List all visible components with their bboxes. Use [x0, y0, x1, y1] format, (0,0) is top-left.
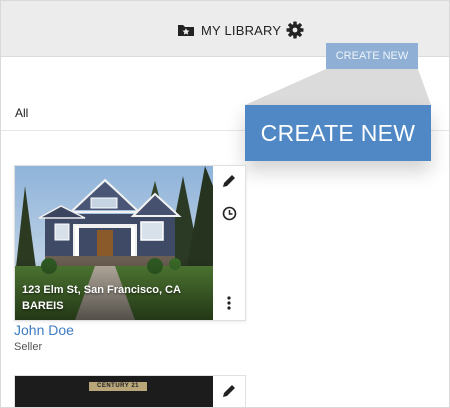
listing-card[interactable]: CENTURY 21 — [14, 375, 246, 407]
folder-star-icon — [177, 23, 195, 37]
pencil-icon[interactable] — [220, 382, 238, 400]
brand-banner: CENTURY 21 — [89, 382, 147, 391]
listing-brand: BAREIS — [22, 300, 64, 312]
create-new-button[interactable]: CREATE NEW — [326, 43, 418, 69]
filter-all-label: All — [15, 106, 29, 120]
pencil-icon[interactable] — [220, 172, 238, 190]
create-new-callout[interactable]: CREATE NEW — [245, 105, 431, 161]
listing-card[interactable]: 123 Elm St, San Francisco, CA BAREIS — [14, 165, 246, 321]
listing-address: 123 Elm St, San Francisco, CA — [22, 284, 181, 296]
agent-role: Seller — [14, 341, 43, 353]
card-actions — [213, 166, 245, 320]
clock-icon[interactable] — [220, 204, 238, 222]
house-photo[interactable]: 123 Elm St, San Francisco, CA BAREIS — [15, 166, 213, 320]
gear-icon[interactable] — [285, 20, 305, 40]
my-library-button[interactable]: MY LIBRARY — [177, 20, 281, 40]
more-vertical-icon[interactable] — [220, 294, 238, 312]
my-library-label: MY LIBRARY — [201, 22, 282, 38]
agent-name-link[interactable]: John Doe — [14, 322, 74, 338]
app-frame: MY LIBRARY All CREATE NEW CREATE NEW 123… — [0, 0, 450, 408]
listing-photo[interactable]: CENTURY 21 — [15, 376, 213, 407]
